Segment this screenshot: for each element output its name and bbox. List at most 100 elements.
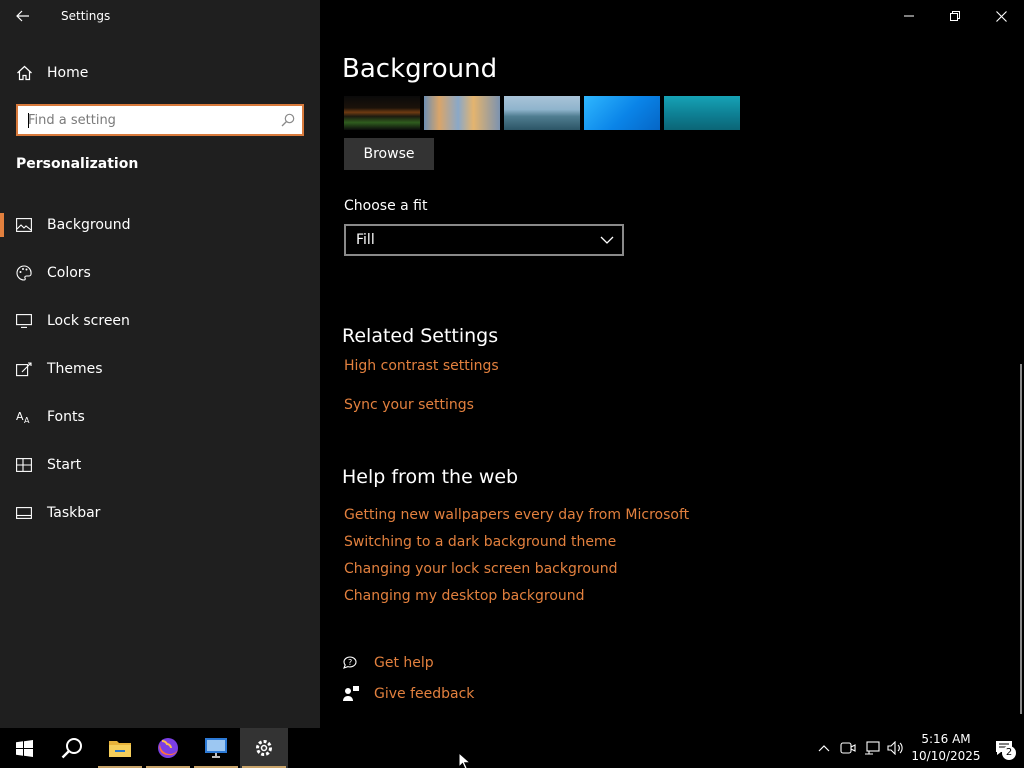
chevron-up-icon xyxy=(818,745,830,752)
folder-icon xyxy=(109,741,131,757)
page-title: Background xyxy=(342,54,498,84)
restore-icon xyxy=(950,11,960,21)
start-button[interactable] xyxy=(0,728,48,768)
choose-fit-label: Choose a fit xyxy=(344,198,428,214)
home-icon xyxy=(17,65,32,81)
search-input[interactable] xyxy=(18,106,274,134)
speaker-icon xyxy=(887,741,903,755)
camera-icon xyxy=(840,742,856,754)
network-button[interactable] xyxy=(860,728,884,768)
svg-text:A: A xyxy=(24,416,30,424)
high-contrast-link[interactable]: High contrast settings xyxy=(344,358,499,374)
svg-text:A: A xyxy=(16,410,24,423)
text-caret xyxy=(28,113,29,128)
sidebar-item-colors[interactable]: Colors xyxy=(0,249,320,297)
sidebar-item-taskbar[interactable]: Taskbar xyxy=(0,489,320,537)
fit-dropdown[interactable]: Fill xyxy=(344,224,624,256)
minimize-button[interactable] xyxy=(886,0,932,32)
search-box[interactable] xyxy=(16,104,304,136)
browse-button[interactable]: Browse xyxy=(344,138,434,170)
wallpaper-thumbnail[interactable] xyxy=(344,96,420,130)
help-link-lock-screen[interactable]: Changing your lock screen background xyxy=(344,561,618,577)
search-icon xyxy=(61,738,82,759)
restore-button[interactable] xyxy=(932,0,978,32)
app-title: Settings xyxy=(61,9,111,23)
network-icon xyxy=(865,741,880,755)
meet-now-button[interactable] xyxy=(836,728,860,768)
close-icon xyxy=(995,10,1007,22)
section-title: Personalization xyxy=(16,156,139,172)
remote-desktop-icon xyxy=(205,738,227,758)
mouse-cursor-icon xyxy=(458,752,472,768)
help-link-dark-theme[interactable]: Switching to a dark background theme xyxy=(344,534,616,550)
sidebar-item-themes[interactable]: Themes xyxy=(0,345,320,393)
main-content: Background Browse Choose a fit Fill Rela… xyxy=(320,0,1024,728)
wallpaper-thumbnail[interactable] xyxy=(584,96,660,130)
title-bar: Settings xyxy=(0,0,320,32)
minimize-icon xyxy=(904,15,914,17)
sidebar-item-start[interactable]: Start xyxy=(0,441,320,489)
back-arrow-icon xyxy=(16,10,29,22)
sidebar-item-label: Fonts xyxy=(47,409,85,425)
sidebar-home-label: Home xyxy=(47,65,89,81)
sidebar: Settings Home Personalization Background… xyxy=(0,0,320,728)
start-icon xyxy=(16,457,32,473)
taskbar-icon xyxy=(16,505,32,521)
feedback-icon xyxy=(343,686,359,701)
search-icon[interactable] xyxy=(274,106,302,134)
sidebar-item-lock-screen[interactable]: Lock screen xyxy=(0,297,320,345)
scrollbar[interactable] xyxy=(1020,364,1022,714)
sidebar-home[interactable]: Home xyxy=(0,56,320,90)
sidebar-item-fonts[interactable]: AA Fonts xyxy=(0,393,320,441)
give-feedback-row[interactable]: Give feedback xyxy=(342,685,474,703)
related-settings-heading: Related Settings xyxy=(342,325,499,347)
window-controls xyxy=(886,0,1024,32)
sidebar-item-label: Lock screen xyxy=(47,313,130,329)
search-taskbar-button[interactable] xyxy=(48,728,96,768)
help-link-wallpapers[interactable]: Getting new wallpapers every day from Mi… xyxy=(344,507,689,523)
wallpaper-thumbnail[interactable] xyxy=(504,96,580,130)
action-center-button[interactable]: 2 xyxy=(984,728,1024,768)
picture-icon xyxy=(16,217,32,233)
palette-icon xyxy=(16,265,32,281)
sidebar-item-label: Taskbar xyxy=(47,505,101,521)
sidebar-item-background[interactable]: Background xyxy=(0,201,320,249)
sidebar-item-label: Colors xyxy=(47,265,91,281)
give-feedback-link[interactable]: Give feedback xyxy=(374,686,474,702)
volume-button[interactable] xyxy=(884,728,908,768)
gear-icon xyxy=(256,740,272,756)
sidebar-nav: Background Colors Lock screen Themes AA … xyxy=(0,201,320,537)
recent-wallpapers xyxy=(344,96,740,130)
sidebar-item-label: Themes xyxy=(47,361,103,377)
close-button[interactable] xyxy=(978,0,1024,32)
chevron-down-icon xyxy=(600,236,614,244)
get-help-row[interactable]: ? Get help xyxy=(342,654,434,672)
sidebar-item-label: Background xyxy=(47,217,131,233)
chat-help-icon: ? xyxy=(343,656,357,669)
fonts-icon: AA xyxy=(16,409,32,425)
get-help-link[interactable]: Get help xyxy=(374,655,434,671)
show-hidden-icons-button[interactable] xyxy=(812,728,836,768)
sidebar-item-label: Start xyxy=(47,457,82,473)
themes-icon xyxy=(16,361,32,377)
taskbar: 5:16 AM 10/10/2025 2 xyxy=(0,728,1024,768)
svg-text:?: ? xyxy=(348,658,352,667)
back-button[interactable] xyxy=(0,0,46,32)
sync-settings-link[interactable]: Sync your settings xyxy=(344,397,474,413)
lock-screen-icon xyxy=(16,313,32,329)
file-explorer-button[interactable] xyxy=(96,728,144,768)
clock-time: 5:16 AM xyxy=(921,732,971,746)
fit-dropdown-value: Fill xyxy=(356,232,375,248)
system-tray: 5:16 AM 10/10/2025 2 xyxy=(812,728,1024,768)
wallpaper-thumbnail[interactable] xyxy=(424,96,500,130)
clock[interactable]: 5:16 AM 10/10/2025 xyxy=(908,731,984,765)
settings-taskbar-button[interactable] xyxy=(240,728,288,768)
clock-date: 10/10/2025 xyxy=(911,749,981,763)
wallpaper-thumbnail[interactable] xyxy=(664,96,740,130)
help-heading: Help from the web xyxy=(342,466,519,488)
remote-desktop-button[interactable] xyxy=(192,728,240,768)
windows-logo-icon xyxy=(15,739,33,757)
notification-badge: 2 xyxy=(1002,746,1016,760)
help-link-desktop[interactable]: Changing my desktop background xyxy=(344,588,585,604)
firefox-button[interactable] xyxy=(144,728,192,768)
